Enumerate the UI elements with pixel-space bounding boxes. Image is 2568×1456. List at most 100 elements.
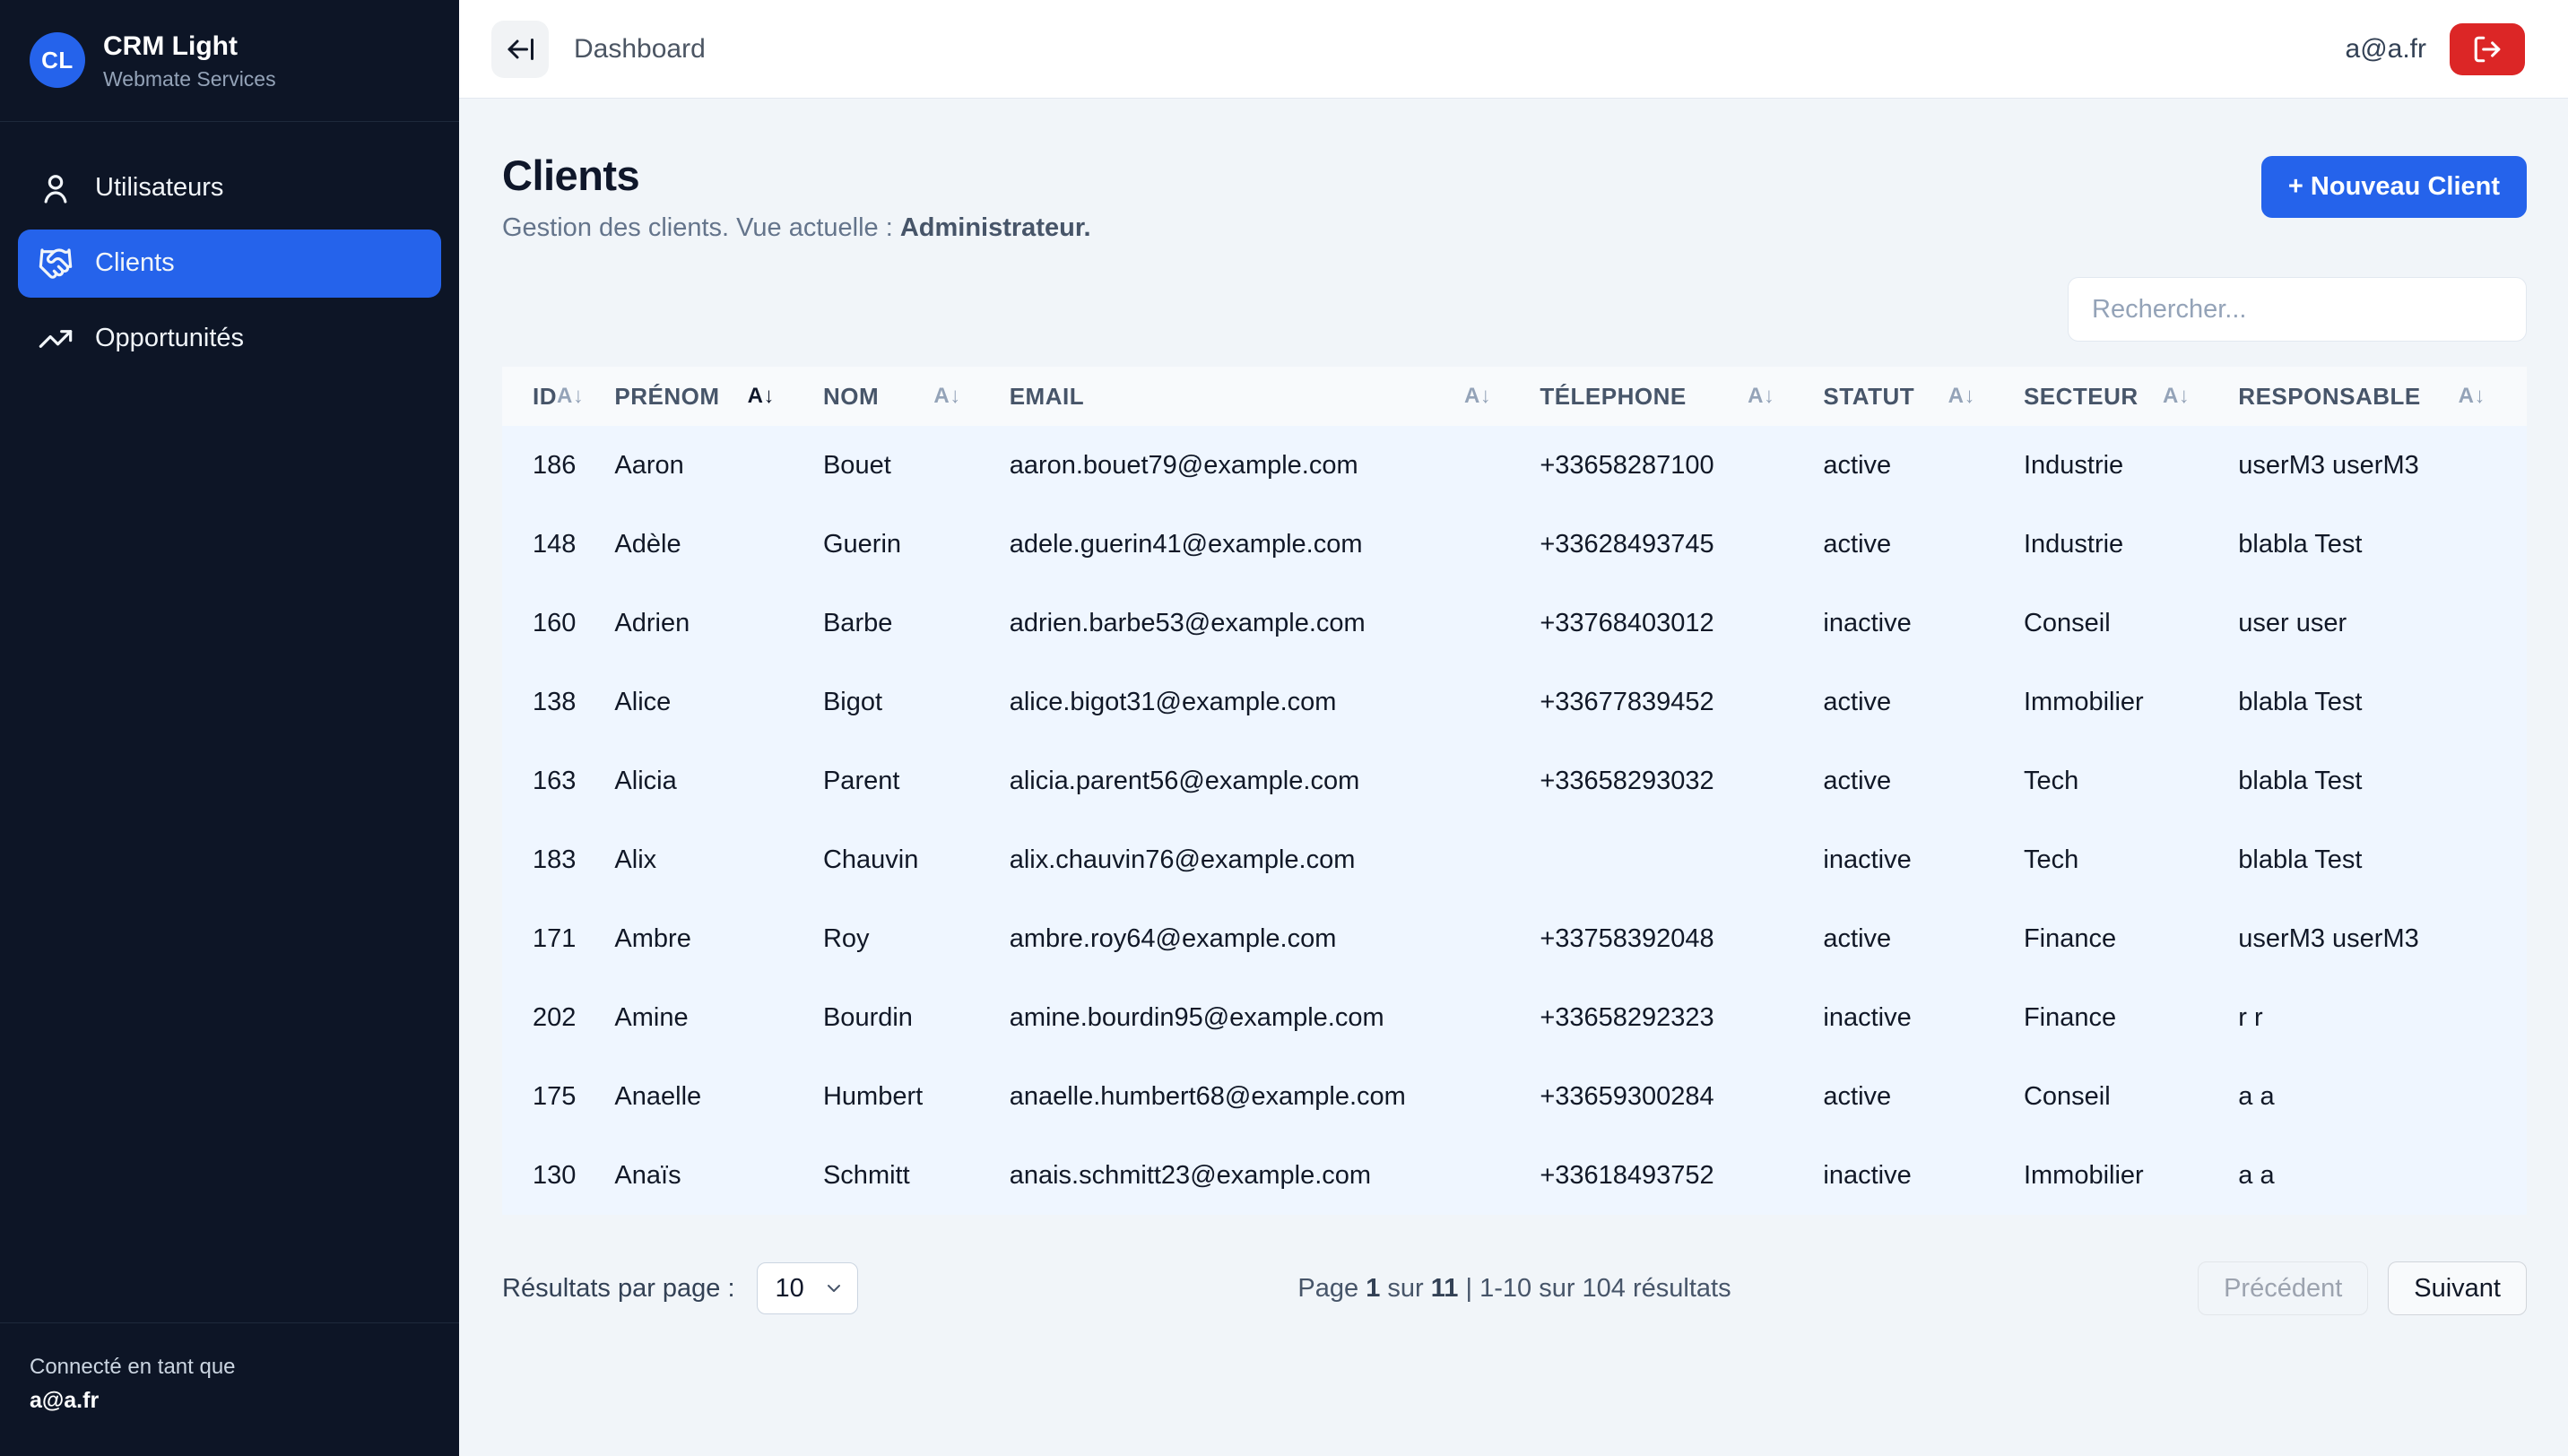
connected-as-label: Connecté en tant que [30, 1350, 429, 1383]
sidebar-item-utilisateurs[interactable]: Utilisateurs [18, 154, 441, 222]
cell-statut: inactive [1816, 1136, 2017, 1215]
cell-secteur: Tech [2017, 820, 2231, 899]
table-header-row: IDA↓PRÉNOMA↓NOMA↓EMAILA↓TÉLEPHONEA↓STATU… [502, 367, 2527, 426]
new-client-button[interactable]: + Nouveau Client [2261, 156, 2527, 218]
page-subtitle: Gestion des clients. Vue actuelle : Admi… [502, 213, 1091, 243]
cell-id: 138 [502, 663, 607, 741]
cell-responsable: blabla Test [2231, 820, 2527, 899]
column-header-id[interactable]: IDA↓ [502, 367, 607, 426]
cell-statut: active [1816, 899, 2017, 978]
cell-nom: Guerin [816, 505, 1002, 584]
topbar: Dashboard a@a.fr [459, 0, 2568, 99]
cell-secteur: Tech [2017, 741, 2231, 820]
cell-secteur: Industrie [2017, 505, 2231, 584]
cell-secteur: Finance [2017, 899, 2231, 978]
cell-email: anais.schmitt23@example.com [1002, 1136, 1533, 1215]
cell-telephone: +33658293032 [1532, 741, 1816, 820]
page-title: Clients [502, 151, 1091, 200]
table-row[interactable]: 138AliceBigotalice.bigot31@example.com+3… [502, 663, 2527, 741]
table-row[interactable]: 186AaronBouetaaron.bouet79@example.com+3… [502, 426, 2527, 505]
cell-prenom: Adèle [607, 505, 816, 584]
cell-nom: Roy [816, 899, 1002, 978]
column-header-secteur[interactable]: SECTEURA↓ [2017, 367, 2231, 426]
sidebar-item-label: Opportunités [95, 324, 244, 353]
logout-icon [2472, 34, 2503, 65]
cell-responsable: a a [2231, 1057, 2527, 1136]
cell-nom: Bigot [816, 663, 1002, 741]
previous-page-button[interactable]: Précédent [2198, 1261, 2368, 1315]
cell-telephone: +33658292323 [1532, 978, 1816, 1057]
column-label: ID [533, 383, 557, 411]
column-header-responsable[interactable]: RESPONSABLEA↓ [2231, 367, 2527, 426]
cell-responsable: a a [2231, 1136, 2527, 1215]
logout-button[interactable] [2450, 23, 2525, 75]
cell-email: adele.guerin41@example.com [1002, 505, 1533, 584]
column-header-email[interactable]: EMAILA↓ [1002, 367, 1533, 426]
table-row[interactable]: 175AnaelleHumbertanaelle.humbert68@examp… [502, 1057, 2527, 1136]
column-header-nom[interactable]: NOMA↓ [816, 367, 1002, 426]
table-row[interactable]: 171AmbreRoyambre.roy64@example.com+33758… [502, 899, 2527, 978]
cell-secteur: Conseil [2017, 584, 2231, 663]
cell-email: alix.chauvin76@example.com [1002, 820, 1533, 899]
cell-prenom: Alicia [607, 741, 816, 820]
breadcrumb: Dashboard [574, 34, 706, 65]
cell-prenom: Adrien [607, 584, 816, 663]
sort-icon: A↓ [2163, 384, 2190, 409]
cell-email: aaron.bouet79@example.com [1002, 426, 1533, 505]
column-label: PRÉNOM [614, 383, 719, 411]
column-label: NOM [823, 383, 879, 411]
cell-statut: active [1816, 741, 2017, 820]
column-header-prenom[interactable]: PRÉNOMA↓ [607, 367, 816, 426]
per-page-label: Résultats par page : [502, 1274, 735, 1304]
sidebar-item-clients[interactable]: Clients [18, 230, 441, 298]
cell-id: 183 [502, 820, 607, 899]
cell-statut: active [1816, 1057, 2017, 1136]
cell-secteur: Conseil [2017, 1057, 2231, 1136]
table-row[interactable]: 130AnaïsSchmittanais.schmitt23@example.c… [502, 1136, 2527, 1215]
sidebar-item-opportunites[interactable]: Opportunités [18, 305, 441, 373]
cell-prenom: Aaron [607, 426, 816, 505]
sidebar-footer: Connecté en tant que a@a.fr [0, 1322, 459, 1456]
search-input[interactable] [2068, 277, 2527, 342]
sort-icon: A↓ [1748, 384, 1774, 409]
table-row[interactable]: 183AlixChauvinalix.chauvin76@example.com… [502, 820, 2527, 899]
table-row[interactable]: 202AmineBourdinamine.bourdin95@example.c… [502, 978, 2527, 1057]
next-page-button[interactable]: Suivant [2388, 1261, 2527, 1315]
arrow-left-from-line-icon [504, 33, 536, 65]
user-icon [38, 170, 74, 206]
cell-telephone: +33618493752 [1532, 1136, 1816, 1215]
sort-icon: A↓ [2459, 384, 2486, 409]
cell-responsable: blabla Test [2231, 741, 2527, 820]
cell-email: amine.bourdin95@example.com [1002, 978, 1533, 1057]
per-page-select[interactable]: 10 [757, 1262, 858, 1314]
cell-statut: inactive [1816, 820, 2017, 899]
back-button[interactable] [491, 21, 549, 78]
column-header-statut[interactable]: STATUT A↓ [1816, 367, 2017, 426]
table-row[interactable]: 160AdrienBarbeadrien.barbe53@example.com… [502, 584, 2527, 663]
connected-as-email: a@a.fr [30, 1383, 429, 1418]
sort-icon: A↓ [1948, 384, 1975, 409]
chevron-down-icon [823, 1278, 845, 1299]
main-content: Clients Gestion des clients. Vue actuell… [459, 99, 2568, 1456]
app-name: CRM Light [103, 30, 276, 64]
column-label: STATUT [1823, 383, 1914, 411]
cell-secteur: Industrie [2017, 426, 2231, 505]
cell-email: anaelle.humbert68@example.com [1002, 1057, 1533, 1136]
cell-statut: inactive [1816, 978, 2017, 1057]
cell-telephone: +33677839452 [1532, 663, 1816, 741]
column-header-telephone[interactable]: TÉLEPHONEA↓ [1532, 367, 1816, 426]
column-label: EMAIL [1010, 383, 1084, 411]
table-row[interactable]: 148AdèleGuerinadele.guerin41@example.com… [502, 505, 2527, 584]
sidebar-nav: Utilisateurs Clients Opportunités [0, 122, 459, 405]
trending-up-icon [38, 321, 74, 357]
cell-nom: Parent [816, 741, 1002, 820]
cell-responsable: r r [2231, 978, 2527, 1057]
cell-id: 130 [502, 1136, 607, 1215]
cell-responsable: userM3 userM3 [2231, 426, 2527, 505]
per-page-value: 10 [776, 1274, 804, 1304]
cell-statut: inactive [1816, 584, 2017, 663]
cell-id: 175 [502, 1057, 607, 1136]
cell-statut: active [1816, 426, 2017, 505]
cell-prenom: Amine [607, 978, 816, 1057]
table-row[interactable]: 163AliciaParentalicia.parent56@example.c… [502, 741, 2527, 820]
